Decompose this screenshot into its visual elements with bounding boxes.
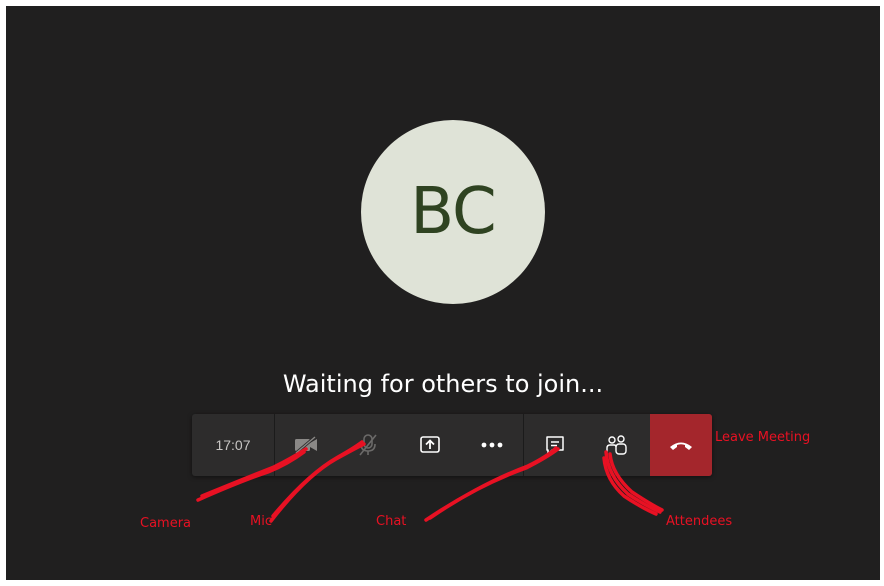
avatar-initials: BC [410,175,496,249]
chat-button[interactable] [524,414,586,476]
camera-annotation: Camera [140,516,192,531]
camera-off-icon [295,435,317,455]
camera-toggle-button[interactable] [275,414,337,476]
share-screen-button[interactable] [399,414,461,476]
mic-annotation: Mic [250,514,272,529]
chat-annotation: Chat [376,514,407,529]
mic-off-icon [359,434,377,456]
waiting-message: Waiting for others to join... [282,370,604,398]
avatar: BC [361,120,545,304]
call-controls-toolbar: 17:07 [192,414,712,476]
leave-meeting-annotation: Leave Meeting [715,430,811,445]
more-options-icon [481,442,503,448]
attendees-annotation: Attendees [666,514,733,529]
attendees-button[interactable] [586,414,648,476]
meeting-stage: BC Waiting for others to join... 17:07 C… [6,6,880,580]
leave-meeting-button[interactable] [650,414,712,476]
hang-up-icon [670,442,692,450]
call-timer: 17:07 [192,414,275,476]
share-screen-icon [420,436,440,453]
chat-icon [546,436,564,455]
more-options-button[interactable] [461,414,523,476]
mic-toggle-button[interactable] [337,414,399,476]
attendees-icon [606,435,627,455]
